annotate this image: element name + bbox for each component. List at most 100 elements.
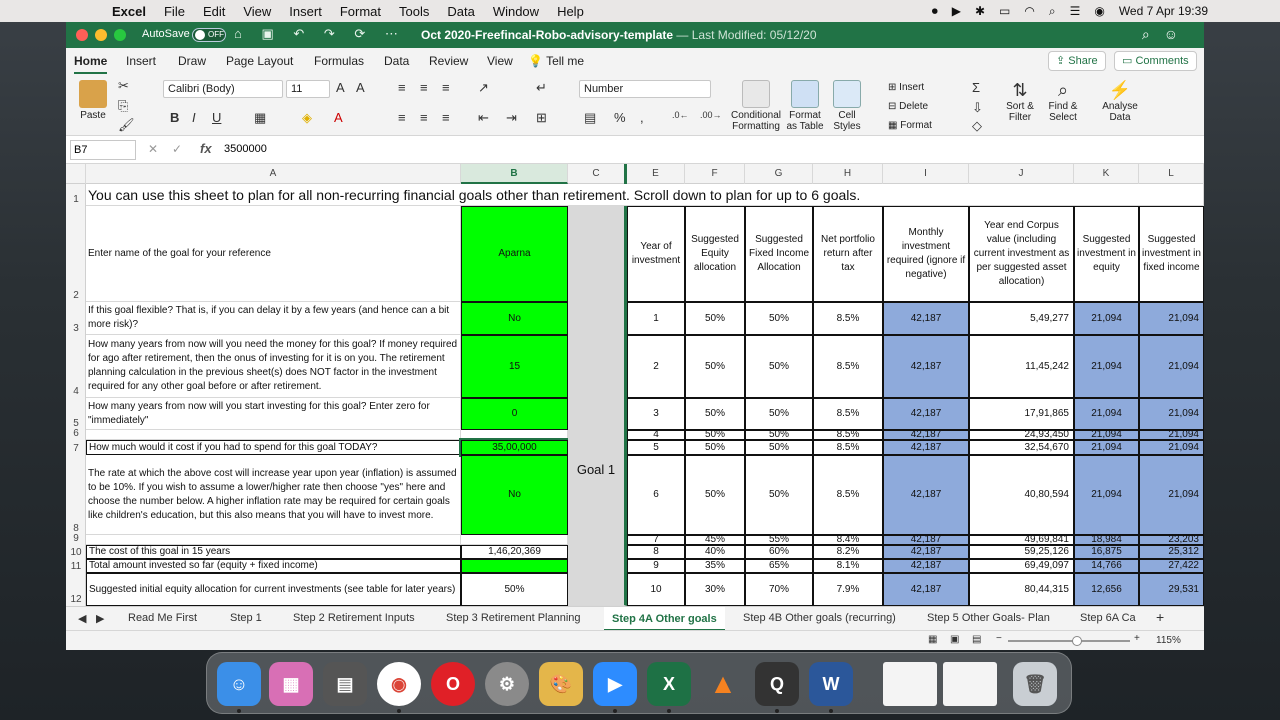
- col-header-a[interactable]: A: [86, 164, 461, 184]
- launchpad-icon[interactable]: ▦: [269, 662, 313, 706]
- conditional-formatting-button[interactable]: Conditional Formatting: [730, 80, 782, 132]
- equity-allocation-cell[interactable]: 45%: [685, 535, 745, 545]
- net-return-cell[interactable]: 8.4%: [813, 535, 883, 545]
- sheet-tab-step3[interactable]: Step 3 Retirement Planning: [446, 612, 581, 624]
- tab-data[interactable]: Data: [384, 54, 409, 68]
- header-equity-allocation[interactable]: Suggested Equity allocation: [685, 206, 745, 302]
- menu-edit[interactable]: Edit: [203, 4, 225, 19]
- row-header[interactable]: 8: [66, 455, 86, 535]
- invest-fixed-cell[interactable]: 21,094: [1139, 430, 1204, 440]
- fixed-income-allocation-cell[interactable]: 50%: [745, 455, 813, 535]
- net-return-cell[interactable]: 8.5%: [813, 455, 883, 535]
- year-cell[interactable]: 10: [627, 573, 685, 606]
- monthly-investment-cell[interactable]: 42,187: [883, 559, 969, 573]
- autosave-toggle[interactable]: OFF: [192, 28, 226, 42]
- copy-icon[interactable]: ⎘: [118, 98, 128, 114]
- equity-allocation-cell[interactable]: 50%: [685, 430, 745, 440]
- header-invest-equity[interactable]: Suggested investment in equity: [1074, 206, 1139, 302]
- add-sheet-icon[interactable]: +: [1156, 609, 1164, 625]
- record-icon[interactable]: ⏺: [932, 4, 938, 19]
- monthly-investment-cell[interactable]: 42,187: [883, 535, 969, 545]
- paste-button[interactable]: Paste: [74, 80, 112, 121]
- wrap-text-icon[interactable]: ↵: [536, 80, 547, 96]
- italic-icon[interactable]: I: [192, 110, 196, 125]
- format-as-table-button[interactable]: Format as Table: [784, 80, 826, 132]
- future-cost-label[interactable]: The cost of this goal in 15 years: [86, 545, 461, 559]
- header-invest-fixed[interactable]: Suggested investment in fixed income: [1139, 206, 1204, 302]
- input-cost-today-selected[interactable]: 35,00,000: [459, 438, 570, 457]
- format-painter-icon[interactable]: 🖌: [118, 117, 135, 133]
- control-center-icon[interactable]: ☰: [1070, 4, 1081, 18]
- year-cell[interactable]: 6: [627, 455, 685, 535]
- currency-icon[interactable]: ▤: [584, 110, 596, 126]
- row-header[interactable]: 6: [66, 428, 86, 440]
- fx-icon[interactable]: fx: [200, 141, 212, 156]
- input-goal-name[interactable]: Aparna: [461, 206, 568, 302]
- tab-tell-me[interactable]: 💡 Tell me: [528, 54, 584, 68]
- corpus-cell[interactable]: 49,69,841: [969, 535, 1074, 545]
- menu-window[interactable]: Window: [493, 4, 539, 19]
- net-return-cell[interactable]: 8.2%: [813, 545, 883, 559]
- col-header-l[interactable]: L: [1139, 164, 1204, 184]
- fixed-income-allocation-cell[interactable]: 65%: [745, 559, 813, 573]
- align-bottom-icon[interactable]: ≡: [442, 80, 450, 95]
- align-middle-icon[interactable]: ≡: [420, 80, 428, 95]
- col-header-j[interactable]: J: [969, 164, 1074, 184]
- comments-button[interactable]: ▭ Comments: [1114, 51, 1197, 71]
- merge-center-icon[interactable]: ⊞: [536, 110, 547, 126]
- delete-cells-button[interactable]: ⊟ Delete: [888, 101, 928, 112]
- empty-cell[interactable]: [86, 535, 461, 545]
- search-icon[interactable]: ⌕: [1049, 4, 1056, 19]
- next-sheet-icon[interactable]: ▶: [96, 612, 104, 625]
- equity-allocation-cell[interactable]: 50%: [685, 455, 745, 535]
- corpus-cell[interactable]: 32,54,670: [969, 440, 1074, 455]
- net-return-cell[interactable]: 8.5%: [813, 302, 883, 335]
- sheet-instruction[interactable]: You can use this sheet to plan for all n…: [86, 184, 1204, 206]
- row-header[interactable]: 2: [66, 206, 86, 302]
- input-invested-so-far[interactable]: [461, 559, 568, 573]
- row-header[interactable]: 1: [66, 184, 86, 206]
- titlebar-right-icons[interactable]: ⌕☺: [1142, 26, 1192, 43]
- fixed-income-allocation-cell[interactable]: 60%: [745, 545, 813, 559]
- corpus-cell[interactable]: 69,49,097: [969, 559, 1074, 573]
- monthly-investment-cell[interactable]: 42,187: [883, 440, 969, 455]
- fixed-income-allocation-cell[interactable]: 50%: [745, 430, 813, 440]
- menu-app-name[interactable]: Excel: [112, 4, 146, 19]
- monthly-investment-cell[interactable]: 42,187: [883, 545, 969, 559]
- input-flexible[interactable]: No: [461, 302, 568, 335]
- sheet-tab-step5[interactable]: Step 5 Other Goals- Plan: [927, 612, 1050, 624]
- monthly-investment-cell[interactable]: 42,187: [883, 455, 969, 535]
- question-start-year[interactable]: How many years from now will you start i…: [86, 398, 461, 430]
- decrease-indent-icon[interactable]: ⇤: [478, 110, 489, 126]
- col-header-b[interactable]: B: [461, 164, 568, 184]
- invest-equity-cell[interactable]: 21,094: [1074, 440, 1139, 455]
- col-header-h[interactable]: H: [813, 164, 883, 184]
- row-header[interactable]: 4: [66, 335, 86, 398]
- fixed-income-allocation-cell[interactable]: 50%: [745, 335, 813, 398]
- tab-review[interactable]: Review: [429, 54, 468, 68]
- question-goal-name[interactable]: Enter name of the goal for your referenc…: [86, 206, 461, 302]
- net-return-cell[interactable]: 8.5%: [813, 440, 883, 455]
- empty-cell[interactable]: [461, 535, 568, 545]
- equity-allocation-cell[interactable]: 50%: [685, 440, 745, 455]
- header-corpus[interactable]: Year end Corpus value (including current…: [969, 206, 1074, 302]
- formula-input[interactable]: 3500000: [224, 143, 267, 155]
- col-header-c[interactable]: C: [568, 164, 627, 184]
- row-header[interactable]: 3: [66, 302, 86, 335]
- page-break-view-icon[interactable]: ▤: [972, 634, 981, 645]
- zoom-out-icon[interactable]: −: [996, 633, 1002, 644]
- equity-allocation-value[interactable]: 50%: [461, 573, 568, 606]
- increase-indent-icon[interactable]: ⇥: [506, 110, 517, 126]
- invest-equity-cell[interactable]: 21,094: [1074, 398, 1139, 430]
- menu-data[interactable]: Data: [447, 4, 474, 19]
- cancel-enter-icons[interactable]: ✕✓: [148, 142, 196, 156]
- menu-view[interactable]: View: [243, 4, 271, 19]
- quick-access-icons[interactable]: ⌂ ▣ ↶ ↷ ⟳ ⋯: [234, 26, 406, 42]
- corpus-cell[interactable]: 5,49,277: [969, 302, 1074, 335]
- invest-fixed-cell[interactable]: 21,094: [1139, 398, 1204, 430]
- invest-equity-cell[interactable]: 21,094: [1074, 430, 1139, 440]
- calculator-icon[interactable]: ▤: [323, 662, 367, 706]
- opera-icon[interactable]: O: [431, 662, 475, 706]
- tab-page-layout[interactable]: Page Layout: [226, 54, 293, 68]
- col-header-g[interactable]: G: [745, 164, 813, 184]
